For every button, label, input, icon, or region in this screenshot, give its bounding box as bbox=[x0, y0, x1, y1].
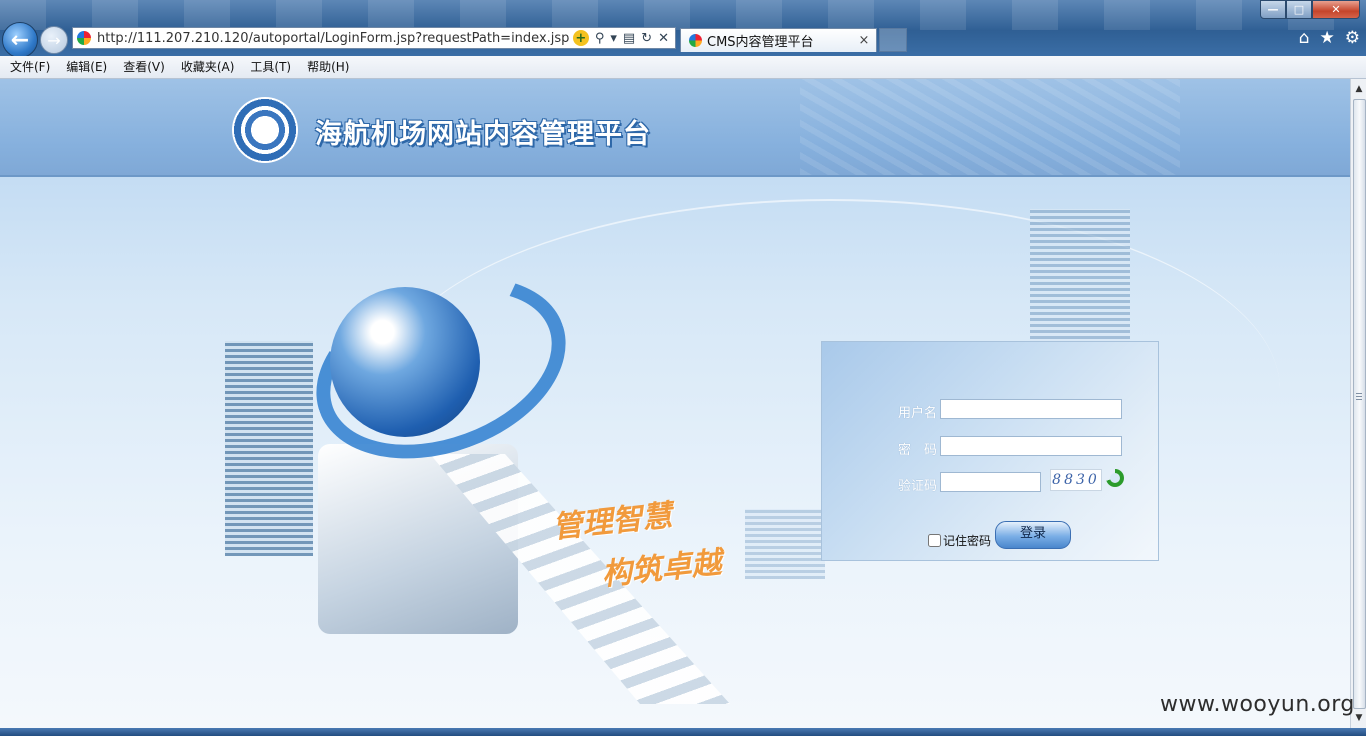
address-bar[interactable]: http://111.207.210.120/autoportal/LoginF… bbox=[72, 27, 676, 49]
address-url[interactable]: http://111.207.210.120/autoportal/LoginF… bbox=[97, 31, 573, 46]
menu-tools[interactable]: 工具(T) bbox=[242, 57, 299, 77]
browser-toolbar-right: ⌂ ★ ⚙ bbox=[1299, 28, 1360, 48]
header-banner: 海航机场网站内容管理平台 bbox=[0, 79, 1350, 177]
compatibility-view-icon[interactable]: + bbox=[572, 30, 589, 46]
dropdown-icon[interactable]: ▾ bbox=[610, 31, 617, 46]
page-icon[interactable]: ▤ bbox=[623, 31, 635, 46]
remember-password-checkbox[interactable] bbox=[928, 534, 941, 547]
scrollbar-thumb[interactable] bbox=[1353, 99, 1366, 709]
building-left-image bbox=[225, 341, 313, 556]
back-arrow-icon: ← bbox=[10, 27, 30, 53]
home-icon[interactable]: ⌂ bbox=[1299, 28, 1310, 48]
password-input[interactable] bbox=[940, 436, 1122, 456]
close-window-button[interactable]: ✕ bbox=[1312, 0, 1360, 19]
login-panel: 用户名 密 码 验证码 8830 记住密码 登录 bbox=[821, 341, 1159, 561]
tab-favicon-icon bbox=[689, 34, 702, 47]
skyline-image bbox=[745, 509, 825, 579]
tab-cms[interactable]: CMS内容管理平台 × bbox=[680, 28, 877, 52]
tab-title: CMS内容管理平台 bbox=[707, 35, 814, 50]
titlebar-background bbox=[0, 0, 1366, 30]
site-favicon-icon bbox=[77, 31, 91, 45]
minimize-button[interactable]: — bbox=[1260, 0, 1286, 19]
page-title: 海航机场网站内容管理平台 bbox=[315, 119, 651, 150]
username-row: 用户名 bbox=[822, 399, 1160, 421]
search-icon[interactable]: ⚲ bbox=[595, 31, 605, 46]
menu-help[interactable]: 帮助(H) bbox=[299, 57, 357, 77]
stop-icon[interactable]: ✕ bbox=[658, 31, 669, 46]
menu-edit[interactable]: 编辑(E) bbox=[58, 57, 115, 77]
forward-button[interactable]: → bbox=[40, 26, 68, 54]
username-input[interactable] bbox=[940, 399, 1122, 419]
site-logo-icon bbox=[232, 97, 298, 163]
menu-file[interactable]: 文件(F) bbox=[0, 57, 58, 77]
watermark: www.wooyun.org bbox=[1160, 692, 1355, 717]
maximize-button[interactable]: □ bbox=[1286, 0, 1312, 19]
menu-favorites[interactable]: 收藏夹(A) bbox=[173, 57, 243, 77]
menu-bar: 文件(F) 编辑(E) 查看(V) 收藏夹(A) 工具(T) 帮助(H) bbox=[0, 56, 1366, 79]
password-label: 密 码 bbox=[898, 443, 938, 458]
scroll-up-icon[interactable]: ▲ bbox=[1351, 81, 1366, 97]
new-tab-button[interactable] bbox=[879, 28, 907, 52]
back-button[interactable]: ← bbox=[2, 22, 38, 56]
globe-image bbox=[330, 287, 480, 437]
username-label: 用户名 bbox=[898, 406, 938, 421]
tab-close-icon[interactable]: × bbox=[856, 33, 872, 48]
captcha-label: 验证码 bbox=[898, 479, 938, 494]
vertical-scrollbar[interactable]: ▲ ▼ bbox=[1350, 79, 1366, 728]
remember-password-label: 记住密码 bbox=[943, 534, 992, 548]
captcha-refresh-icon[interactable] bbox=[1106, 469, 1124, 487]
gear-icon[interactable]: ⚙ bbox=[1345, 28, 1360, 48]
window-controls: — □ ✕ bbox=[1260, 0, 1360, 19]
page-content: 海航机场网站内容管理平台 管理智慧 构筑卓越 用户名 密 码 验证码 8830 … bbox=[0, 79, 1350, 728]
captcha-image[interactable]: 8830 bbox=[1050, 469, 1102, 491]
address-bar-icons: + ⚲ ▾ ▤ ↻ ✕ bbox=[572, 30, 675, 46]
password-row: 密 码 bbox=[822, 436, 1160, 458]
remember-password[interactable]: 记住密码 bbox=[928, 532, 991, 549]
scrollbar-grip-icon bbox=[1356, 393, 1362, 400]
login-button[interactable]: 登录 bbox=[995, 521, 1071, 549]
menu-view[interactable]: 查看(V) bbox=[115, 57, 173, 77]
refresh-icon[interactable]: ↻ bbox=[641, 31, 652, 46]
forward-arrow-icon: → bbox=[47, 30, 61, 50]
banner-map-decoration bbox=[800, 79, 1180, 175]
captcha-input[interactable] bbox=[940, 472, 1041, 492]
star-icon[interactable]: ★ bbox=[1320, 28, 1335, 48]
browser-titlebar: — □ ✕ ← → http://111.207.210.120/autopor… bbox=[0, 0, 1366, 56]
os-taskbar bbox=[0, 728, 1366, 736]
slogan: 管理智慧 构筑卓越 bbox=[550, 486, 724, 607]
